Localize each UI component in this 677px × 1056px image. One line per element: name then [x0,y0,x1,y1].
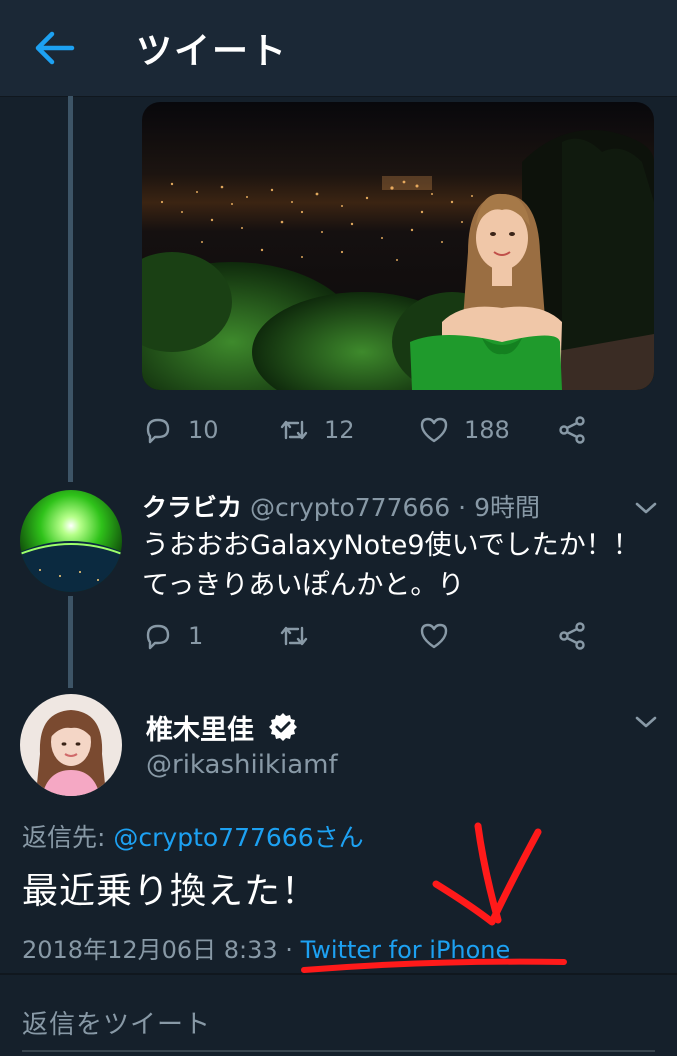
reply-input-placeholder[interactable]: 返信をツイート [22,1004,211,1041]
tweet-date: 2018年12月06日 8:33 · [22,936,301,964]
thread-connector [68,96,73,482]
tweet-photo[interactable] [142,102,654,390]
reply-count: 1 [188,622,204,650]
tweet-text: 最近乗り換えた！ [22,871,319,912]
tweet-time: 9時間 [474,493,540,522]
retweet-icon [280,420,308,440]
reply-button[interactable]: 1 [142,616,203,656]
like-count: 188 [464,416,510,444]
reply-to-link[interactable]: @crypto777666さん [113,823,363,852]
reply-composer[interactable]: 返信をツイート [0,976,677,1056]
chevron-down-icon[interactable] [632,494,660,522]
tweet-actions: 10 12 188 [142,410,622,450]
reply-icon [146,624,170,650]
retweet-button[interactable] [278,616,310,656]
like-icon [420,623,448,649]
username[interactable]: @rikashiikiamf [146,750,338,780]
reply-context: 返信先: @crypto777666さん [22,818,364,854]
reply-icon [146,418,170,444]
like-icon [420,417,448,443]
avatar-image [20,694,122,796]
reply-input-underline [22,1050,655,1052]
reply-prefix: 返信先: [22,823,114,852]
retweet-icon [280,626,308,646]
page-title: ツイート [136,31,289,72]
retweet-button[interactable]: 12 [278,410,355,450]
top-bar: ツイート [0,0,677,97]
separator: · [458,493,467,522]
reply-count: 10 [188,416,219,444]
avatar-image [20,490,122,592]
reply-button[interactable]: 10 [142,410,219,450]
retweet-count: 12 [324,416,355,444]
tweet-text: うおおおGalaxyNote9使いでしたか！！ てっきりあいぽんかと。り [142,526,652,606]
tweet-text-line: うおおおGalaxyNote9使いでしたか！！ [142,530,640,561]
display-name[interactable]: 椎木里佳 [146,708,254,747]
share-button[interactable] [556,410,588,450]
avatar[interactable] [20,694,122,796]
tweet-source-link[interactable]: Twitter for iPhone [301,936,511,964]
share-button[interactable] [556,616,588,656]
tweet-actions: 1 [142,616,622,656]
verified-badge-icon [268,712,298,742]
night-city-photo [142,102,654,390]
share-icon [559,416,585,444]
tweet-timestamp: 2018年12月06日 8:33 · Twitter for iPhone [22,930,510,965]
tweet-text-line: てっきりあいぽんかと。り [142,570,465,601]
share-icon [559,622,585,650]
username[interactable]: @crypto777666 [250,493,450,522]
thread-connector [68,596,73,688]
avatar[interactable] [20,490,122,592]
divider [0,973,677,975]
chevron-down-icon[interactable] [632,708,660,736]
back-arrow-icon[interactable] [30,24,78,72]
tweet-header: クラビカ @crypto777666 · 9時間 [142,488,540,524]
like-button[interactable]: 188 [418,410,510,450]
like-button[interactable] [418,616,450,656]
display-name[interactable]: クラビカ [142,493,242,522]
